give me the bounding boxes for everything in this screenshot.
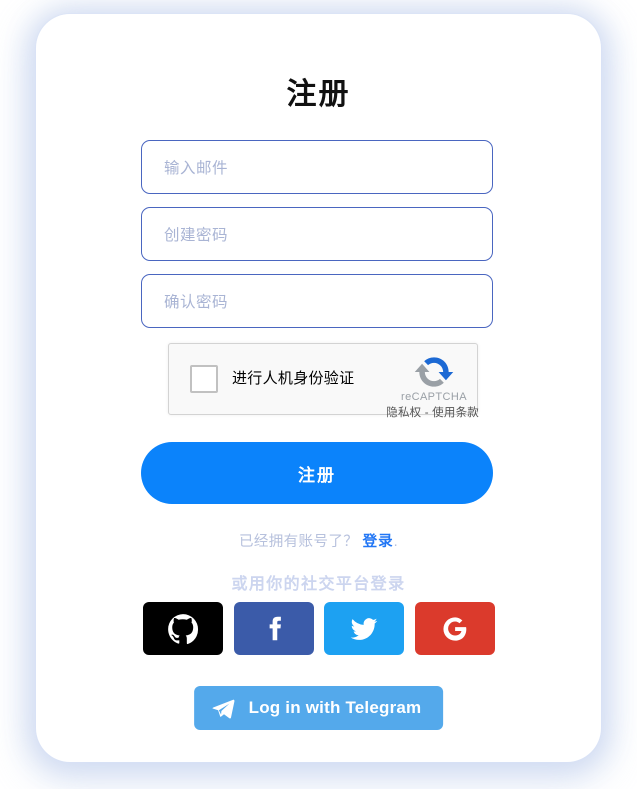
social-button-github[interactable] bbox=[143, 602, 223, 655]
email-input[interactable]: 输入邮件 bbox=[141, 140, 493, 194]
login-prompt-suffix: . bbox=[393, 534, 399, 550]
social-button-google[interactable] bbox=[414, 602, 495, 655]
telegram-login-label: Log in with Telegram bbox=[248, 698, 422, 717]
social-button-facebook[interactable] bbox=[233, 602, 314, 655]
facebook-icon bbox=[269, 616, 281, 640]
registration-card: 注册 输入邮件 创建密码 确认密码 进行人机身份验证 reCAPTCHA 隐私权… bbox=[36, 14, 601, 762]
login-prompt: 已经拥有账号了？ 登录. bbox=[36, 530, 601, 551]
github-icon bbox=[168, 613, 199, 644]
social-login-heading: 或用你的社交平台登录 bbox=[231, 576, 406, 593]
password-input[interactable]: 创建密码 bbox=[141, 207, 493, 261]
telegram-paper-plane-icon bbox=[212, 699, 234, 719]
google-icon bbox=[443, 616, 467, 641]
recaptcha-checkbox[interactable] bbox=[190, 365, 218, 393]
recaptcha-widget[interactable]: 进行人机身份验证 reCAPTCHA 隐私权 - 使用条款 bbox=[168, 343, 479, 419]
social-button-twitter[interactable] bbox=[324, 602, 405, 655]
twitter-icon bbox=[350, 617, 378, 640]
recaptcha-terms-link[interactable]: 隐私权 - 使用条款 bbox=[386, 404, 479, 420]
telegram-login-button[interactable]: Log in with Telegram bbox=[193, 686, 444, 730]
recaptcha-refresh-icon bbox=[414, 357, 454, 387]
confirm-password-input[interactable]: 确认密码 bbox=[141, 274, 493, 328]
login-prompt-text: 已经拥有账号了？ bbox=[238, 534, 359, 550]
register-submit-button[interactable]: 注册 bbox=[141, 442, 493, 504]
registration-page: 注册 输入邮件 创建密码 确认密码 进行人机身份验证 reCAPTCHA 隐私权… bbox=[0, 0, 637, 789]
social-login-row bbox=[143, 602, 495, 655]
recaptcha-branding: reCAPTCHA bbox=[390, 350, 478, 403]
page-title: 注册 bbox=[286, 78, 351, 111]
recaptcha-brand-label: reCAPTCHA bbox=[401, 391, 467, 403]
login-link[interactable]: 登录 bbox=[363, 534, 394, 550]
recaptcha-label: 进行人机身份验证 bbox=[232, 370, 355, 387]
